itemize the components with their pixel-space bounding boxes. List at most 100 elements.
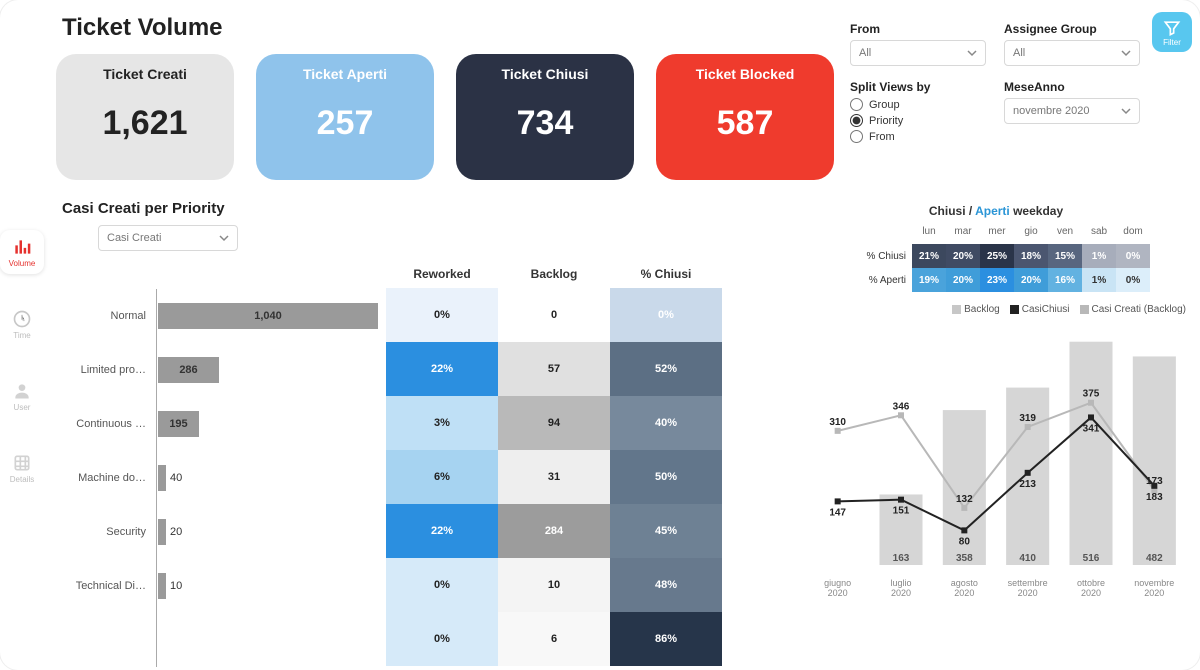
kpi-chiusi: Ticket Chiusi 734 (456, 54, 634, 180)
weekday-row-label: % Chiusi (842, 244, 912, 268)
matrix-cell-reworked: 0% (386, 288, 498, 342)
kpi-value: 1,621 (102, 104, 187, 143)
filter-assignee: Assignee Group All (1004, 22, 1140, 66)
weekday-heatmap: lunmarmergiovensabdom% Chiusi21%20%25%18… (806, 226, 1186, 292)
weekday-cell: 25% (980, 244, 1014, 268)
kpi-aperti: Ticket Aperti 257 (256, 54, 434, 180)
trend-xlabel: giugno2020 (806, 579, 869, 599)
assignee-select[interactable]: All (1004, 40, 1140, 66)
filter-button-label: Filter (1163, 38, 1181, 47)
matrix-cell-pclose: 40% (610, 396, 722, 450)
kpi-value: 734 (517, 104, 574, 143)
meseanno-select[interactable]: novembre 2020 (1004, 98, 1140, 124)
kpi-label: Ticket Aperti (303, 66, 387, 82)
weekday-cell: 20% (946, 268, 980, 292)
kpi-label: Ticket Blocked (696, 66, 795, 82)
weekday-cell: 0% (1116, 268, 1150, 292)
sidebar-item-label: Time (13, 331, 30, 340)
sidebar-item-details[interactable]: Details (0, 446, 44, 490)
priority-bar-cell: 20 (156, 505, 386, 559)
kpi-creati: Ticket Creati 1,621 (56, 54, 234, 180)
kpi-blocked: Ticket Blocked 587 (656, 54, 834, 180)
filter-button[interactable]: Filter (1152, 12, 1192, 52)
priority-row-label: Limited pro… (56, 343, 156, 397)
weekday-cell: 21% (912, 244, 946, 268)
priority-row-label: Machine do… (56, 451, 156, 505)
svg-text:375: 375 (1083, 389, 1100, 400)
svg-text:310: 310 (829, 417, 846, 428)
trend-xlabel: novembre2020 (1123, 579, 1186, 599)
kpi-value: 587 (717, 104, 774, 143)
weekday-cell: 20% (946, 244, 980, 268)
priority-row-label: Normal (56, 289, 156, 343)
svg-text:151: 151 (893, 506, 910, 517)
sidebar-item-volume[interactable]: Volume (0, 230, 44, 274)
matrix-cell-pclose: 0% (610, 288, 722, 342)
svg-text:183: 183 (1146, 492, 1163, 503)
priority-bar-cell: 40 (156, 451, 386, 505)
matrix-cell-reworked: 3% (386, 396, 498, 450)
trend-legend: Backlog CasiChiusi Casi Creati (Backlog) (806, 304, 1186, 315)
weekday-cell: 1% (1082, 244, 1116, 268)
sidebar-item-time[interactable]: Time (0, 302, 44, 346)
priority-bar-cell: 1,040 (156, 289, 386, 343)
sidebar-item-user[interactable]: User (0, 374, 44, 418)
svg-text:163: 163 (893, 553, 910, 564)
matrix-header (156, 259, 386, 289)
priority-row-label (56, 613, 156, 667)
matrix-cell-reworked: 0% (386, 612, 498, 666)
kpi-label: Ticket Creati (103, 66, 187, 82)
weekday-cell: 1% (1082, 268, 1116, 292)
trend-xlabel: agosto2020 (933, 579, 996, 599)
priority-bar-cell (156, 613, 386, 667)
weekday-header: lun (912, 226, 946, 244)
kpi-value: 257 (317, 104, 374, 143)
weekday-header: gio (1014, 226, 1048, 244)
sidebar-item-label: Details (10, 475, 34, 484)
matrix-cell-pclose: 48% (610, 558, 722, 612)
matrix-header: Backlog (498, 259, 610, 289)
weekday-header: sab (1082, 226, 1116, 244)
weekday-title: Chiusi / Aperti weekday (806, 204, 1186, 218)
section-title-priority: Casi Creati per Priority (62, 200, 796, 217)
split-radio-group[interactable]: Group (850, 98, 986, 111)
svg-text:410: 410 (1019, 553, 1036, 564)
weekday-row-label: % Aperti (842, 268, 912, 292)
split-radio-priority[interactable]: Priority (850, 114, 986, 127)
matrix-cell-backlog: 284 (498, 504, 610, 558)
chevron-down-icon (219, 233, 229, 243)
filter-from: From All (850, 22, 986, 66)
select-value: All (1013, 47, 1025, 59)
matrix-cell-backlog: 0 (498, 288, 610, 342)
select-value: novembre 2020 (1013, 105, 1089, 117)
trend-chart: 1633584105164823103461323193751731471518… (806, 319, 1186, 599)
weekday-cell: 20% (1014, 268, 1048, 292)
weekday-cell: 0% (1116, 244, 1150, 268)
svg-text:516: 516 (1083, 553, 1100, 564)
chevron-down-icon (1121, 106, 1131, 116)
weekday-header: mer (980, 226, 1014, 244)
svg-text:358: 358 (956, 553, 973, 564)
split-radio-from[interactable]: From (850, 130, 986, 143)
priority-bar-cell: 10 (156, 559, 386, 613)
user-icon (12, 381, 32, 401)
priority-measure-select[interactable]: Casi Creati (98, 225, 238, 251)
kpi-label: Ticket Chiusi (502, 66, 589, 82)
bars-icon (12, 237, 32, 257)
svg-text:346: 346 (893, 401, 910, 412)
svg-text:147: 147 (829, 507, 846, 518)
weekday-header: ven (1048, 226, 1082, 244)
weekday-cell: 23% (980, 268, 1014, 292)
sidebar-item-label: Volume (9, 259, 36, 268)
sidebar-item-label: User (14, 403, 31, 412)
clock-icon (12, 309, 32, 329)
chevron-down-icon (1121, 48, 1131, 58)
matrix-header: % Chiusi (610, 259, 722, 289)
weekday-header: mar (946, 226, 980, 244)
filters-panel: From All Assignee Group All Split Views … (850, 22, 1140, 143)
matrix-cell-pclose: 50% (610, 450, 722, 504)
from-select[interactable]: All (850, 40, 986, 66)
priority-matrix: ReworkedBacklog% ChiusiNormal1,0400%00%L… (56, 259, 796, 667)
matrix-cell-backlog: 31 (498, 450, 610, 504)
matrix-cell-reworked: 22% (386, 504, 498, 558)
